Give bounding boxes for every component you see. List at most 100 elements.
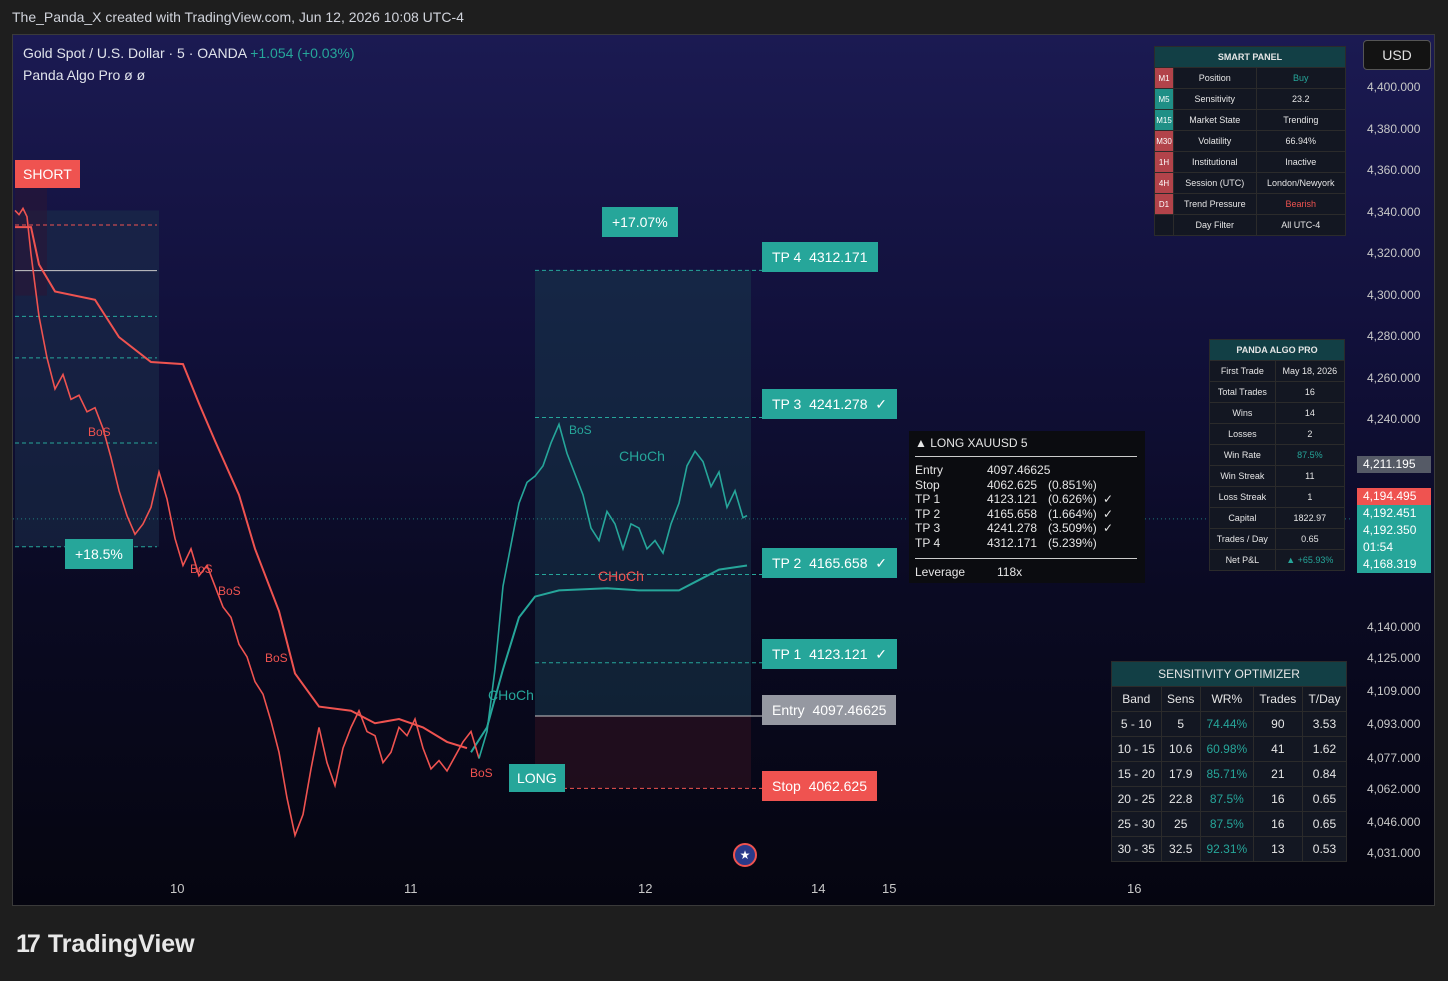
us-flag-event-icon[interactable]: ★ bbox=[733, 843, 757, 867]
price-tag: 4,192.350 bbox=[1357, 522, 1431, 539]
price-tick-label: 4,077.000 bbox=[1367, 750, 1421, 765]
algo-panel-title: PANDA ALGO PRO bbox=[1209, 339, 1345, 361]
timeframe-badge: 4H bbox=[1154, 172, 1174, 194]
algo-panel-row: Losses 2 bbox=[1209, 423, 1346, 445]
trade-value: 4312.171 bbox=[987, 535, 1038, 550]
timeframe-badge: D1 bbox=[1154, 193, 1174, 215]
optimizer-cell: 92.31% bbox=[1199, 836, 1254, 862]
price-tick-label: 4,360.000 bbox=[1367, 163, 1421, 178]
optimizer-cell: 3.53 bbox=[1301, 711, 1348, 737]
smart-panel-key: Sensitivity bbox=[1173, 88, 1257, 110]
trade-value: 4123.121 bbox=[987, 492, 1038, 506]
optimizer-column-header: WR% bbox=[1199, 686, 1254, 712]
indicator-legend[interactable]: Panda Algo Pro ø ø bbox=[23, 67, 145, 83]
algo-panel-key: Win Rate bbox=[1209, 444, 1276, 466]
smart-panel-value: London/Newyork bbox=[1255, 172, 1347, 194]
algo-panel-key: First Trade bbox=[1209, 360, 1276, 382]
long-signal-label: LONG bbox=[509, 764, 565, 792]
trade-value: 4165.658 bbox=[987, 506, 1038, 521]
smart-panel-row: M1 Position Buy bbox=[1154, 67, 1347, 89]
algo-panel-key: Wins bbox=[1209, 402, 1276, 424]
price-tick-label: 4,062.000 bbox=[1367, 781, 1421, 796]
choch-label: CHoCh bbox=[488, 687, 534, 703]
trade-header: ▲ LONG XAUUSD 5 bbox=[915, 436, 1028, 450]
trade-label: TP 2 bbox=[915, 506, 941, 521]
algo-panel-value: 11 bbox=[1274, 465, 1346, 487]
tradingview-brand: 17 TradingView bbox=[16, 930, 195, 959]
algo-panel-value: 1822.97 bbox=[1274, 507, 1346, 529]
tp4-name: TP 4 bbox=[772, 249, 802, 265]
chart-frame[interactable]: Gold Spot / U.S. Dollar · 5 · OANDA +1.0… bbox=[12, 34, 1435, 906]
algo-panel-row: Win Rate 87.5% bbox=[1209, 444, 1346, 466]
short-gain-badge: +18.5% bbox=[65, 539, 133, 569]
long-risk-zone bbox=[535, 716, 751, 789]
algo-panel-key: Losses bbox=[1209, 423, 1276, 445]
algo-panel-value: 2 bbox=[1274, 423, 1346, 445]
optimizer-row: 20 - 25 22.8 87.5% 16 0.65 bbox=[1111, 786, 1348, 812]
leverage-row: Leverage 118x bbox=[915, 565, 1141, 579]
price-tag: 01:54 bbox=[1357, 539, 1431, 556]
bos-label: BoS bbox=[190, 562, 213, 576]
optimizer-cell: 22.8 bbox=[1160, 786, 1201, 812]
algo-panel-row: Trades / Day 0.65 bbox=[1209, 528, 1346, 550]
short-risk-zone bbox=[15, 187, 47, 296]
optimizer-column-header: Sens bbox=[1160, 686, 1201, 712]
smart-panel-value: Trending bbox=[1255, 109, 1347, 131]
optimizer-row: 10 - 15 10.6 60.98% 41 1.62 bbox=[1111, 736, 1348, 762]
optimizer-cell: 10.6 bbox=[1160, 736, 1201, 762]
trade-row: TP 3 4241.278 (3.509%) ✓ bbox=[915, 521, 1141, 535]
bos-label: BoS bbox=[88, 425, 111, 439]
bos-label: BoS bbox=[470, 766, 493, 780]
optimizer-cell: 5 - 10 bbox=[1111, 711, 1162, 737]
optimizer-cell: 10 - 15 bbox=[1111, 736, 1162, 762]
trade-label: TP 4 bbox=[915, 535, 941, 550]
time-tick-label: 16 bbox=[1127, 881, 1142, 896]
smart-panel-row: 4H Session (UTC) London/Newyork bbox=[1154, 172, 1347, 194]
optimizer-cell: 17.9 bbox=[1160, 761, 1201, 787]
optimizer-row: 5 - 10 5 74.44% 90 3.53 bbox=[1111, 711, 1348, 737]
optimizer-cell: 30 - 35 bbox=[1111, 836, 1162, 862]
smart-panel-value: Bearish bbox=[1255, 193, 1347, 215]
stop-value: 4062.625 bbox=[808, 778, 867, 794]
algo-panel-value: 14 bbox=[1274, 402, 1346, 424]
trade-check-icon: ✓ bbox=[1103, 521, 1114, 535]
price-tick-label: 4,031.000 bbox=[1367, 846, 1421, 860]
timeframe-badge: M30 bbox=[1154, 130, 1174, 152]
smart-panel-value: Inactive bbox=[1255, 151, 1347, 173]
price-tick-label: 4,300.000 bbox=[1367, 287, 1421, 302]
tp4-label: TP 4 4312.171 bbox=[762, 242, 878, 272]
price-tick-label: 4,125.000 bbox=[1367, 650, 1421, 665]
price-tick-label: 4,093.000 bbox=[1367, 717, 1421, 732]
smart-panel-row: M15 Market State Trending bbox=[1154, 109, 1347, 131]
price-tag: 4,211.195 bbox=[1357, 456, 1431, 473]
smart-panel-key: Institutional bbox=[1173, 151, 1257, 173]
currency-button[interactable]: USD bbox=[1363, 40, 1431, 70]
algo-panel-row: Win Streak 11 bbox=[1209, 465, 1346, 487]
optimizer-row: 30 - 35 32.5 92.31% 13 0.53 bbox=[1111, 836, 1348, 862]
algo-panel-key: Total Trades bbox=[1209, 381, 1276, 403]
timeframe-badge: M15 bbox=[1154, 109, 1174, 131]
choch-label: CHoCh bbox=[619, 448, 665, 464]
algo-panel-row: Capital 1822.97 bbox=[1209, 507, 1346, 529]
symbol-legend[interactable]: Gold Spot / U.S. Dollar · 5 · OANDA +1.0… bbox=[23, 45, 354, 61]
optimizer-cell: 74.44% bbox=[1199, 711, 1254, 737]
algo-panel-value: 0.65 bbox=[1274, 528, 1346, 550]
optimizer-cell: 60.98% bbox=[1199, 736, 1254, 762]
price-tick-label: 4,380.000 bbox=[1367, 121, 1421, 136]
time-tick-label: 15 bbox=[882, 881, 897, 896]
optimizer-cell: 16 bbox=[1252, 786, 1303, 812]
trade-row: TP 4 4312.171 (5.239%) bbox=[915, 536, 1141, 550]
optimizer-cell: 32.5 bbox=[1160, 836, 1201, 862]
smart-panel-key: Position bbox=[1173, 67, 1257, 89]
stop-label: Stop 4062.625 bbox=[762, 771, 877, 801]
optimizer-column-header: Trades bbox=[1252, 686, 1303, 712]
optimizer-cell: 1.62 bbox=[1301, 736, 1348, 762]
optimizer-cell: 41 bbox=[1252, 736, 1303, 762]
smart-panel-row: Day Filter All UTC-4 bbox=[1154, 214, 1347, 236]
symbol-title: Gold Spot / U.S. Dollar · 5 · OANDA bbox=[23, 45, 247, 61]
price-tick-label: 4,109.000 bbox=[1367, 684, 1421, 699]
algo-panel-value: May 18, 2026 bbox=[1274, 360, 1346, 382]
algo-panel-row: Total Trades 16 bbox=[1209, 381, 1346, 403]
time-tick-label: 14 bbox=[811, 881, 826, 896]
optimizer-row: 25 - 30 25 87.5% 16 0.65 bbox=[1111, 811, 1348, 837]
